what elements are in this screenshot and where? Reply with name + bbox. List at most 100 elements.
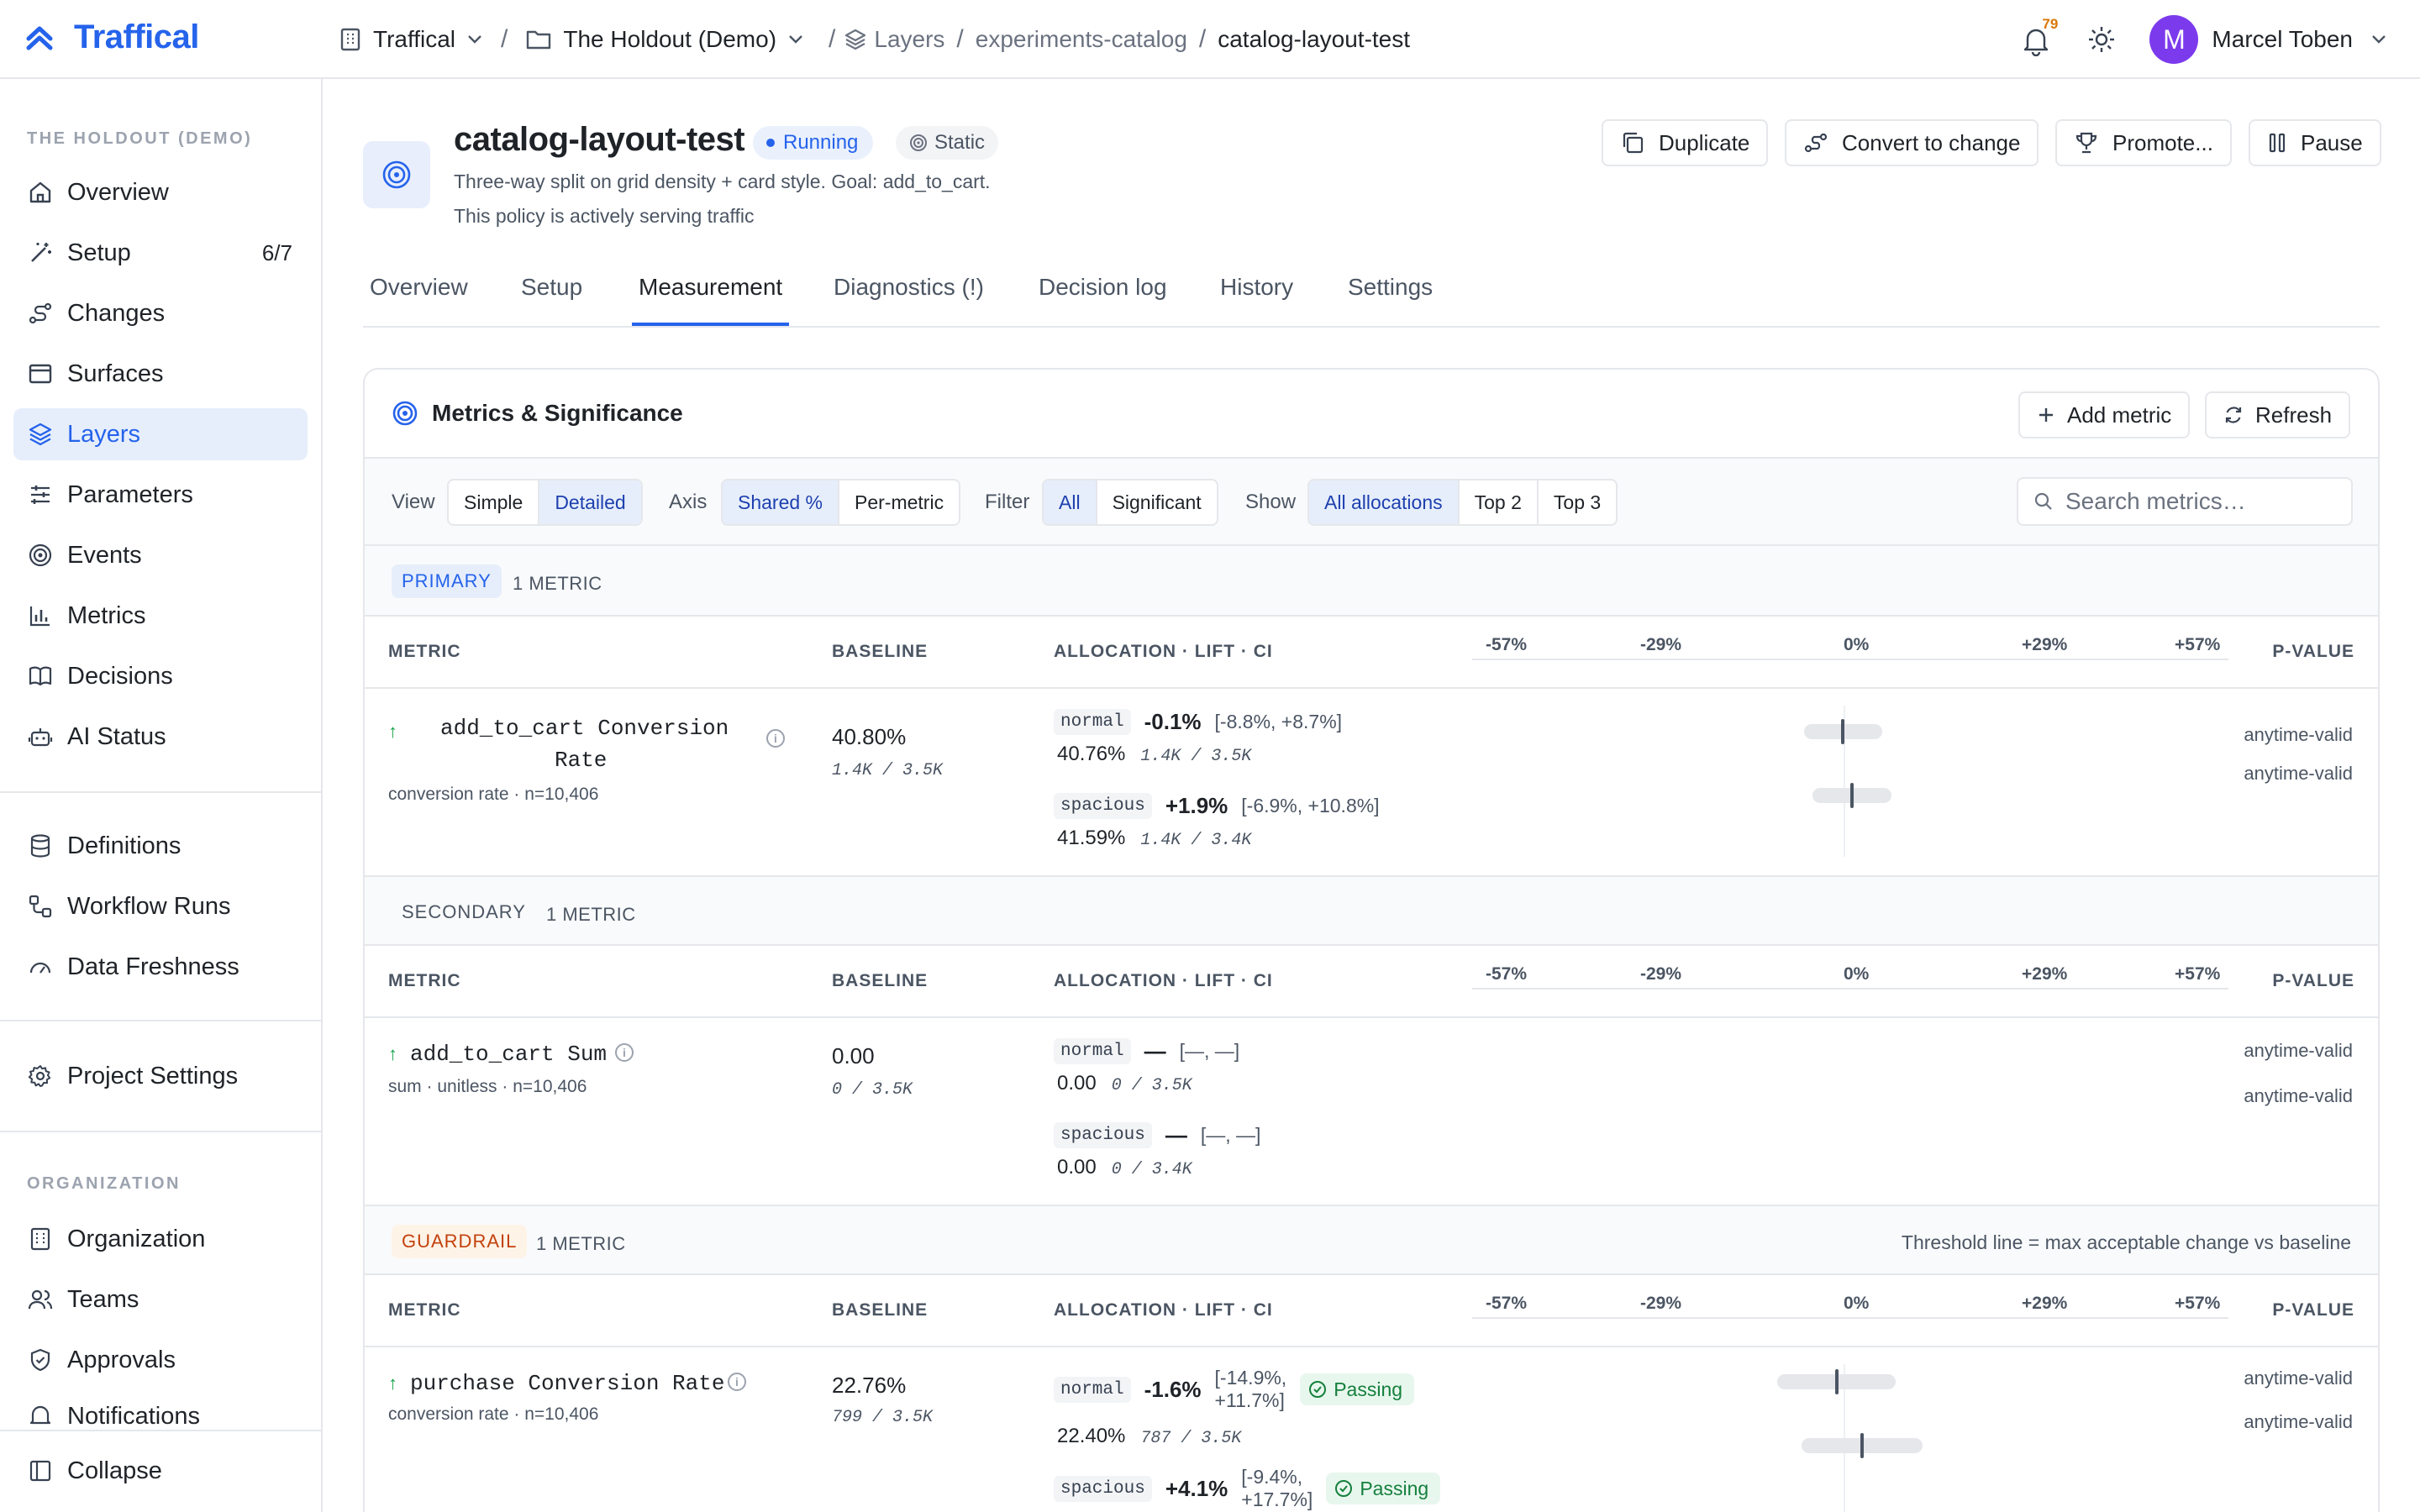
ci-point [1850, 783, 1854, 808]
sidebar-item-label: Definitions [67, 832, 182, 859]
table-row[interactable]: ↑ add_to_cart Sum i sum · unitless · n=1… [365, 1018, 2378, 1205]
theme-toggle-sun-icon[interactable] [2087, 25, 2116, 54]
col-metric: METRIC [388, 642, 461, 661]
layers-icon [844, 28, 867, 51]
metric-subtitle: conversion rate · n=10,406 [388, 785, 599, 804]
allocation-detail: 22.40% 787 / 3.5K [1057, 1425, 1241, 1448]
filter-all-option[interactable]: All [1044, 480, 1097, 524]
ci-point [1834, 1369, 1839, 1394]
sidebar-item-parameters[interactable]: Parameters [13, 469, 308, 521]
top-right-controls: 79 M Marcel Toben [2022, 13, 2386, 66]
sidebar-item-surfaces[interactable]: Surfaces [13, 348, 308, 400]
axis-line [1472, 1317, 2228, 1319]
avatar[interactable]: M [2149, 15, 2199, 64]
pause-button[interactable]: Pause [2249, 119, 2381, 166]
top-bar: Traffical Traffical / The Holdout (Demo)… [0, 0, 2420, 79]
filter-significant-option[interactable]: Significant [1097, 480, 1217, 524]
sidebar-divider [0, 1020, 321, 1021]
sidebar-item-project-settings[interactable]: Project Settings [13, 1050, 308, 1102]
sidebar-item-definitions[interactable]: Definitions [13, 820, 308, 872]
sidebar-item-approvals[interactable]: Approvals [13, 1334, 308, 1386]
tab-diagnostics[interactable]: Diagnostics (!) [827, 274, 991, 326]
add-metric-button[interactable]: Add metric [2018, 391, 2191, 438]
promote-button[interactable]: Promote... [2055, 119, 2232, 166]
sidebar-item-layers[interactable]: Layers [13, 408, 308, 460]
sidebar-item-organization[interactable]: Organization [13, 1213, 308, 1265]
breadcrumb-project[interactable]: The Holdout (Demo) [526, 26, 803, 53]
sidebar-item-teams[interactable]: Teams [13, 1273, 308, 1326]
ci-range: [-9.4%, +17.7%] [1241, 1466, 1313, 1511]
search-metrics[interactable] [2017, 477, 2353, 526]
info-icon[interactable]: i [766, 729, 785, 748]
allocation-detail: 0.00 0 / 3.5K [1057, 1072, 1192, 1095]
view-simple-option[interactable]: Simple [449, 480, 540, 524]
check-circle-icon [1308, 1380, 1327, 1399]
notifications-button[interactable]: 79 [2022, 16, 2059, 58]
chevron-down-icon [788, 34, 803, 45]
card-header: Metrics & Significance Add metric Refres… [365, 370, 2378, 459]
lift-value: — [1144, 1037, 1166, 1063]
user-name[interactable]: Marcel Toben [2212, 26, 2353, 53]
sidebar-item-ai-status[interactable]: AI Status [13, 711, 308, 763]
view-detailed-option[interactable]: Detailed [539, 480, 641, 524]
tab-overview[interactable]: Overview [363, 274, 475, 326]
tab-decision-log[interactable]: Decision log [1032, 274, 1174, 326]
tab-history[interactable]: History [1213, 274, 1300, 326]
shield-check-icon [27, 1347, 54, 1373]
metric-name: add_to_cart Conversion [440, 716, 729, 741]
sidebar-collapse-button[interactable]: Collapse [13, 1445, 308, 1497]
sidebar-item-notifications[interactable]: Notifications [13, 1394, 308, 1440]
show-filter-label: Show [1245, 491, 1297, 513]
significance-filter-toggle: All Significant [1042, 479, 1218, 526]
axis-tick: -57% [1486, 964, 1528, 984]
search-input[interactable] [2065, 488, 2334, 515]
sidebar-item-data-freshness[interactable]: Data Freshness [13, 941, 308, 993]
table-row[interactable]: ↑ purchase Conversion Rate i conversion … [365, 1347, 2378, 1512]
breadcrumb-org[interactable]: Traffical [339, 26, 482, 53]
col-baseline: BASELINE [832, 642, 929, 661]
sidebar-item-decisions[interactable]: Decisions [13, 650, 308, 702]
info-icon[interactable]: i [728, 1373, 746, 1391]
duplicate-button[interactable]: Duplicate [1602, 119, 1769, 166]
info-icon[interactable]: i [615, 1043, 634, 1062]
brand[interactable]: Traffical [25, 18, 199, 56]
tab-bar: Overview Setup Measurement Diagnostics (… [363, 265, 2380, 328]
show-top-2-option[interactable]: Top 2 [1460, 480, 1539, 524]
target-icon [392, 400, 418, 427]
sidebar-item-overview[interactable]: Overview [13, 166, 308, 218]
convert-to-change-button[interactable]: Convert to change [1785, 119, 2039, 166]
tab-settings[interactable]: Settings [1341, 274, 1439, 326]
p-value: anytime-valid [2244, 1040, 2353, 1061]
axis-toggle: Shared % Per-metric [721, 479, 961, 526]
sidebar-item-metrics[interactable]: Metrics [13, 590, 308, 642]
show-top-3-option[interactable]: Top 3 [1539, 480, 1616, 524]
breadcrumb-catalog[interactable]: experiments-catalog [976, 26, 1187, 53]
table-row[interactable]: ↑ add_to_cart Conversion Rate i conversi… [365, 689, 2378, 875]
convert-button-label: Convert to change [1842, 129, 2021, 155]
layers-icon [27, 421, 54, 448]
allocation-sample: 1.4K / 3.5K [1140, 747, 1252, 766]
show-all-allocations-option[interactable]: All allocations [1309, 480, 1460, 524]
allocation-spacious: spacious — [—, —] [1054, 1119, 1260, 1151]
axis-shared-option[interactable]: Shared % [723, 480, 840, 524]
sidebar-collapse-icon [27, 1457, 54, 1484]
allocation-tag: normal [1054, 1037, 1131, 1064]
sidebar-item-events[interactable]: Events [13, 529, 308, 581]
sidebar-item-setup[interactable]: Setup 6/7 [13, 227, 308, 279]
tab-measurement[interactable]: Measurement [632, 274, 790, 326]
sidebar-item-changes[interactable]: Changes [13, 287, 308, 339]
route-icon [1803, 130, 1828, 155]
chevron-down-icon[interactable] [2371, 34, 2386, 45]
traffical-logo-icon [25, 24, 54, 52]
tab-setup[interactable]: Setup [514, 274, 589, 326]
wand-icon [27, 239, 54, 266]
refresh-button[interactable]: Refresh [2205, 391, 2351, 438]
ci-range: [-14.9%, +11.7%] [1215, 1367, 1287, 1412]
breadcrumb-layers[interactable]: Layers [844, 26, 944, 53]
sidebar-item-workflow-runs[interactable]: Workflow Runs [13, 880, 308, 932]
experiment-status-text: This policy is actively serving traffic [454, 205, 755, 227]
metrics-card: Metrics & Significance Add metric Refres… [363, 368, 2380, 1512]
ci-upper: +11.7%] [1214, 1389, 1285, 1411]
axis-per-metric-option[interactable]: Per-metric [839, 480, 959, 524]
sidebar-item-label: Changes [67, 299, 166, 327]
